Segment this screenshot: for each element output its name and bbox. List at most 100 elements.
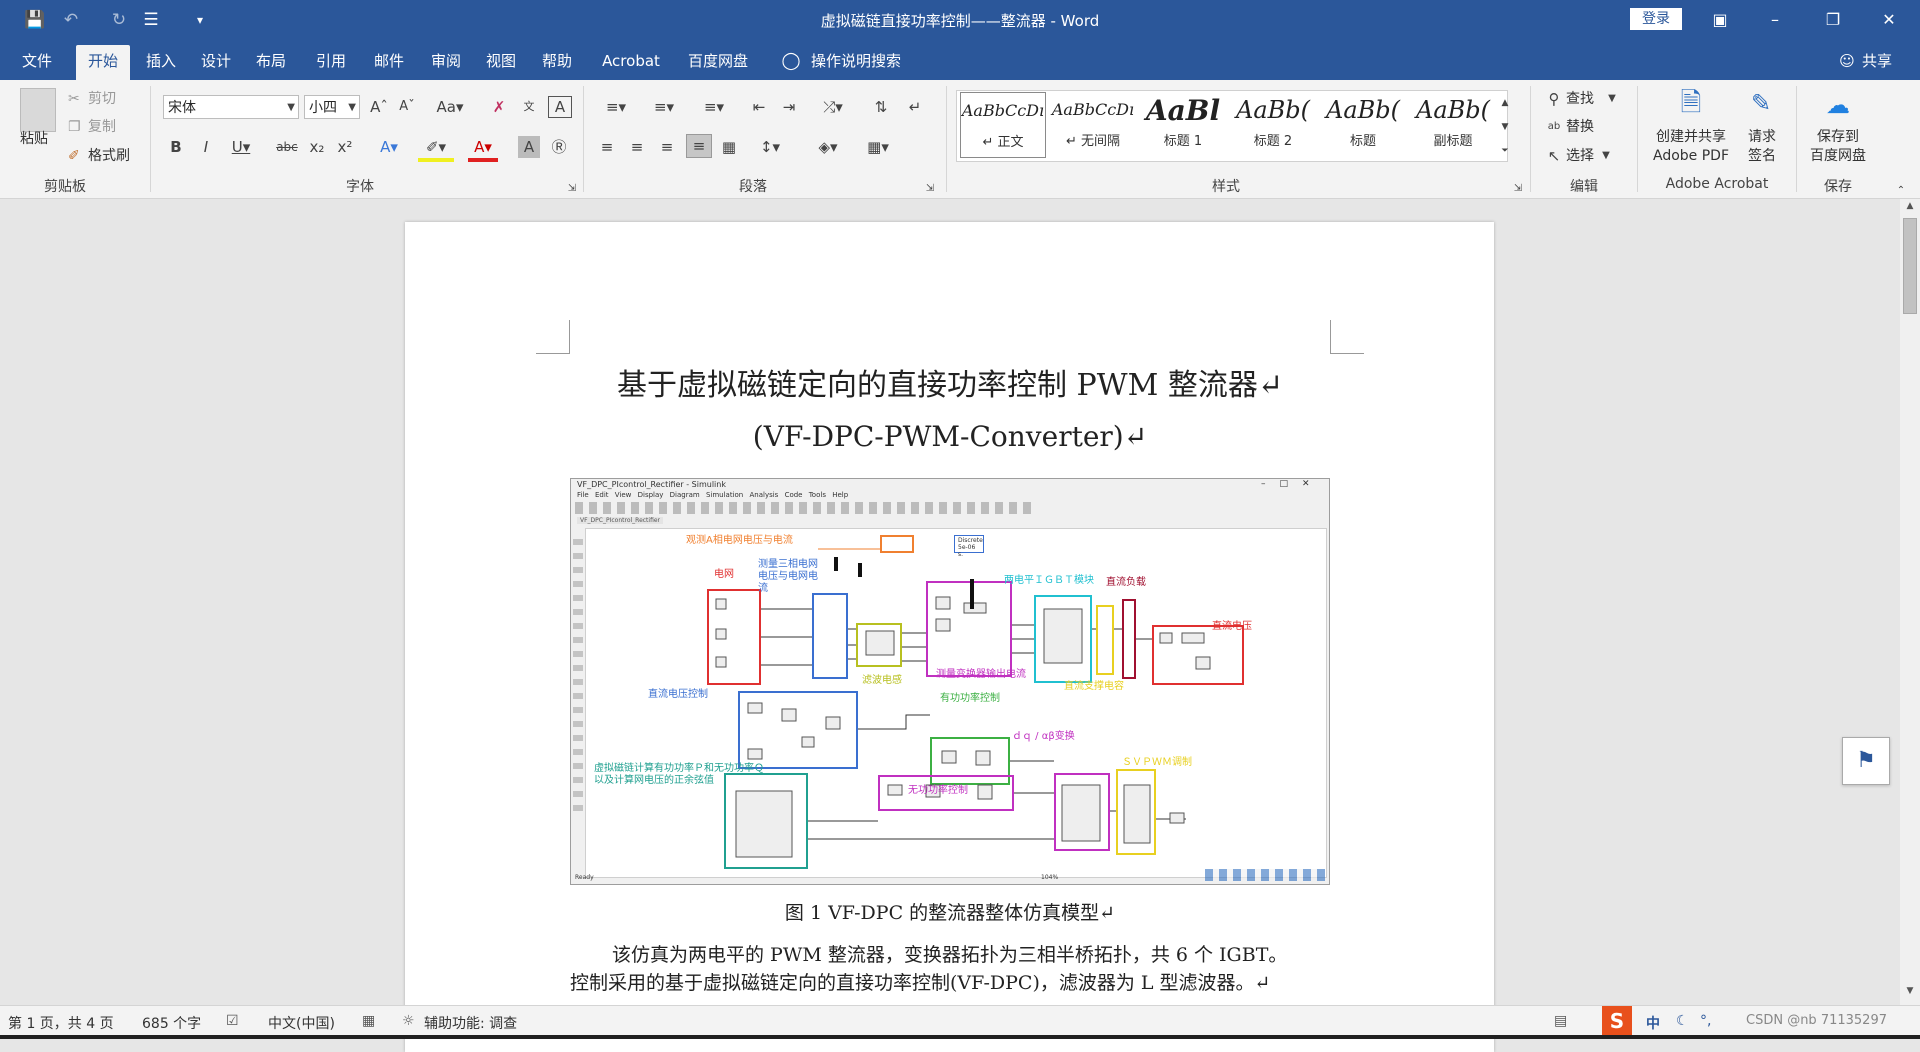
find-button[interactable]: 查找 — [1566, 88, 1594, 110]
share-button[interactable]: 共享 — [1858, 48, 1896, 78]
text-effects-icon[interactable]: A▾ — [374, 136, 404, 158]
superscript-icon[interactable]: x² — [334, 136, 356, 158]
bullets-icon[interactable]: ≡▾ — [596, 96, 636, 118]
proofing-icon[interactable]: ☑ — [226, 1013, 239, 1029]
maximize-icon[interactable]: ❐ — [1810, 0, 1856, 40]
bold-icon[interactable]: B — [166, 136, 186, 158]
read-mode-icon[interactable]: ▤ — [1554, 1013, 1567, 1029]
tab-references[interactable]: 引用 — [308, 48, 354, 78]
style-no-spacing[interactable]: AaBbCcDı ↵ 无间隔 — [1050, 92, 1136, 158]
simulink-screenshot[interactable]: VF_DPC_PIcontrol_Rectifier - Simulink –□… — [570, 478, 1330, 885]
request-signature-button[interactable]: 请求 — [1742, 128, 1782, 146]
dialog-launcher-icon[interactable]: ⇲ — [924, 178, 936, 200]
gallery-more-icon[interactable]: ⏷ — [1498, 140, 1512, 162]
align-center-icon[interactable]: ≡ — [626, 136, 648, 158]
dialog-launcher-icon[interactable]: ⇲ — [566, 178, 578, 200]
tab-view[interactable]: 视图 — [478, 48, 524, 78]
distributed-icon[interactable]: ▦ — [718, 136, 740, 158]
macro-icon[interactable]: ▦ — [362, 1013, 375, 1029]
shading-icon[interactable]: ◈▾ — [810, 136, 846, 158]
decrease-indent-icon[interactable]: ⇤ — [748, 96, 770, 118]
gallery-down-icon[interactable]: ▼ — [1498, 116, 1512, 138]
close-icon[interactable]: ✕ — [1866, 0, 1912, 40]
gallery-up-icon[interactable]: ▲ — [1498, 92, 1512, 114]
tab-insert[interactable]: 插入 — [138, 48, 184, 78]
paste-button[interactable]: 粘贴 — [20, 128, 48, 150]
vertical-scrollbar[interactable] — [1900, 199, 1920, 1005]
style-title[interactable]: AaBb( 标题 — [1320, 92, 1406, 158]
tab-help[interactable]: 帮助 — [534, 48, 580, 78]
char-border-icon[interactable]: A — [548, 96, 572, 118]
figure-caption[interactable]: 图 1 VF-DPC 的整流器整体仿真模型↵ — [560, 898, 1340, 925]
line-spacing-icon[interactable]: ↕▾ — [752, 136, 788, 158]
share-person-icon[interactable]: ☺ — [1836, 48, 1858, 78]
clear-format-icon[interactable]: ✗ — [488, 96, 510, 118]
grow-font-icon[interactable]: Aˆ — [368, 96, 390, 118]
tab-baidu[interactable]: 百度网盘 — [682, 48, 754, 78]
phonetic-guide-icon[interactable]: 文 — [518, 96, 540, 118]
align-left-icon[interactable]: ≡ — [596, 136, 618, 158]
tab-acrobat[interactable]: Acrobat — [594, 48, 668, 78]
italic-icon[interactable]: I — [196, 136, 216, 158]
style-subtitle[interactable]: AaBb( 副标题 — [1410, 92, 1496, 158]
document-subtitle[interactable]: (VF-DPC-PWM-Converter)↵ — [560, 420, 1340, 453]
tab-home[interactable]: 开始 — [76, 45, 130, 80]
ime-punct-icon[interactable]: °, — [1700, 1013, 1711, 1029]
font-size-combo[interactable]: 小四 ▼ — [304, 95, 360, 119]
tab-design[interactable]: 设计 — [193, 48, 239, 78]
scroll-up-icon[interactable]: ▲ — [1903, 201, 1917, 215]
scrollbar-thumb[interactable] — [1903, 218, 1917, 314]
subscript-icon[interactable]: x₂ — [306, 136, 328, 158]
tab-review[interactable]: 审阅 — [423, 48, 469, 78]
select-button[interactable]: 选择 — [1566, 145, 1594, 167]
align-right-icon[interactable]: ≡ — [656, 136, 678, 158]
ime-mode[interactable]: 中 — [1646, 1013, 1660, 1033]
enclosed-char-icon[interactable]: Ⓡ — [548, 136, 570, 158]
create-share-pdf-button[interactable]: 创建并共享 — [1648, 128, 1734, 146]
save-to-baidu-button[interactable]: 保存到 — [1806, 128, 1870, 146]
tab-file[interactable]: 文件 — [14, 48, 60, 78]
style-heading-2[interactable]: AaBb( 标题 2 — [1230, 92, 1316, 158]
bookmark-icon[interactable]: ⚑ — [1842, 737, 1890, 785]
paste-icon[interactable] — [20, 88, 56, 132]
replace-button[interactable]: 替换 — [1566, 116, 1594, 138]
body-paragraph-1[interactable]: 该仿真为两电平的 PWM 整流器，变换器拓扑为三相半桥拓扑，共 6 个 IGBT… — [612, 940, 1342, 967]
login-button[interactable]: 登录 — [1630, 8, 1682, 30]
borders-icon[interactable]: ▦▾ — [860, 136, 896, 158]
strikethrough-icon[interactable]: abc — [274, 136, 300, 158]
underline-icon[interactable]: U▾ — [226, 136, 256, 158]
shrink-font-icon[interactable]: Aˇ — [396, 96, 418, 118]
change-case-icon[interactable]: Aa▾ — [432, 96, 468, 118]
cut-button[interactable]: 剪切 — [88, 88, 116, 110]
multilevel-list-icon[interactable]: ≡▾ — [694, 96, 734, 118]
format-painter-button[interactable]: 格式刷 — [88, 145, 130, 167]
dialog-launcher-icon[interactable]: ⇲ — [1512, 178, 1524, 200]
accessibility-status[interactable]: 辅助功能: 调查 — [424, 1013, 517, 1033]
style-normal[interactable]: AaBbCcDı ↵ 正文 — [960, 92, 1046, 158]
accessibility-icon[interactable]: ☼ — [402, 1013, 415, 1029]
font-name-combo[interactable]: 宋体 ▼ — [163, 95, 299, 119]
numbering-icon[interactable]: ≡▾ — [644, 96, 684, 118]
ime-moon-icon[interactable]: ☾ — [1676, 1013, 1689, 1029]
style-heading-1[interactable]: AaBl 标题 1 — [1140, 92, 1226, 158]
chevron-down-icon[interactable]: ▼ — [1606, 88, 1618, 110]
increase-indent-icon[interactable]: ⇥ — [778, 96, 800, 118]
asian-layout-icon[interactable]: ⤮▾ — [816, 96, 850, 118]
ribbon-display-icon[interactable]: ▣ — [1697, 0, 1743, 40]
tell-me-search[interactable]: 操作说明搜索 — [808, 48, 904, 78]
page-count[interactable]: 第 1 页，共 4 页 — [8, 1013, 114, 1033]
scroll-down-icon[interactable]: ▼ — [1903, 986, 1917, 1000]
highlight-icon[interactable]: ✐▾ — [418, 136, 454, 162]
char-shading-icon[interactable]: A — [518, 136, 540, 158]
sort-icon[interactable]: ⇅ — [870, 96, 892, 118]
font-color-icon[interactable]: A▾ — [468, 136, 498, 162]
show-marks-icon[interactable]: ↵ — [904, 96, 926, 118]
copy-button[interactable]: 复制 — [88, 116, 116, 138]
tab-layout[interactable]: 布局 — [248, 48, 294, 78]
document-title[interactable]: 基于虚拟磁链定向的直接功率控制 PWM 整流器↵ — [560, 360, 1340, 404]
minimize-icon[interactable]: – — [1752, 0, 1798, 40]
chevron-down-icon[interactable]: ▼ — [1600, 145, 1612, 167]
justify-icon[interactable]: ≡ — [686, 134, 712, 158]
word-count[interactable]: 685 个字 — [142, 1013, 201, 1033]
language-indicator[interactable]: 中文(中国) — [268, 1013, 335, 1033]
